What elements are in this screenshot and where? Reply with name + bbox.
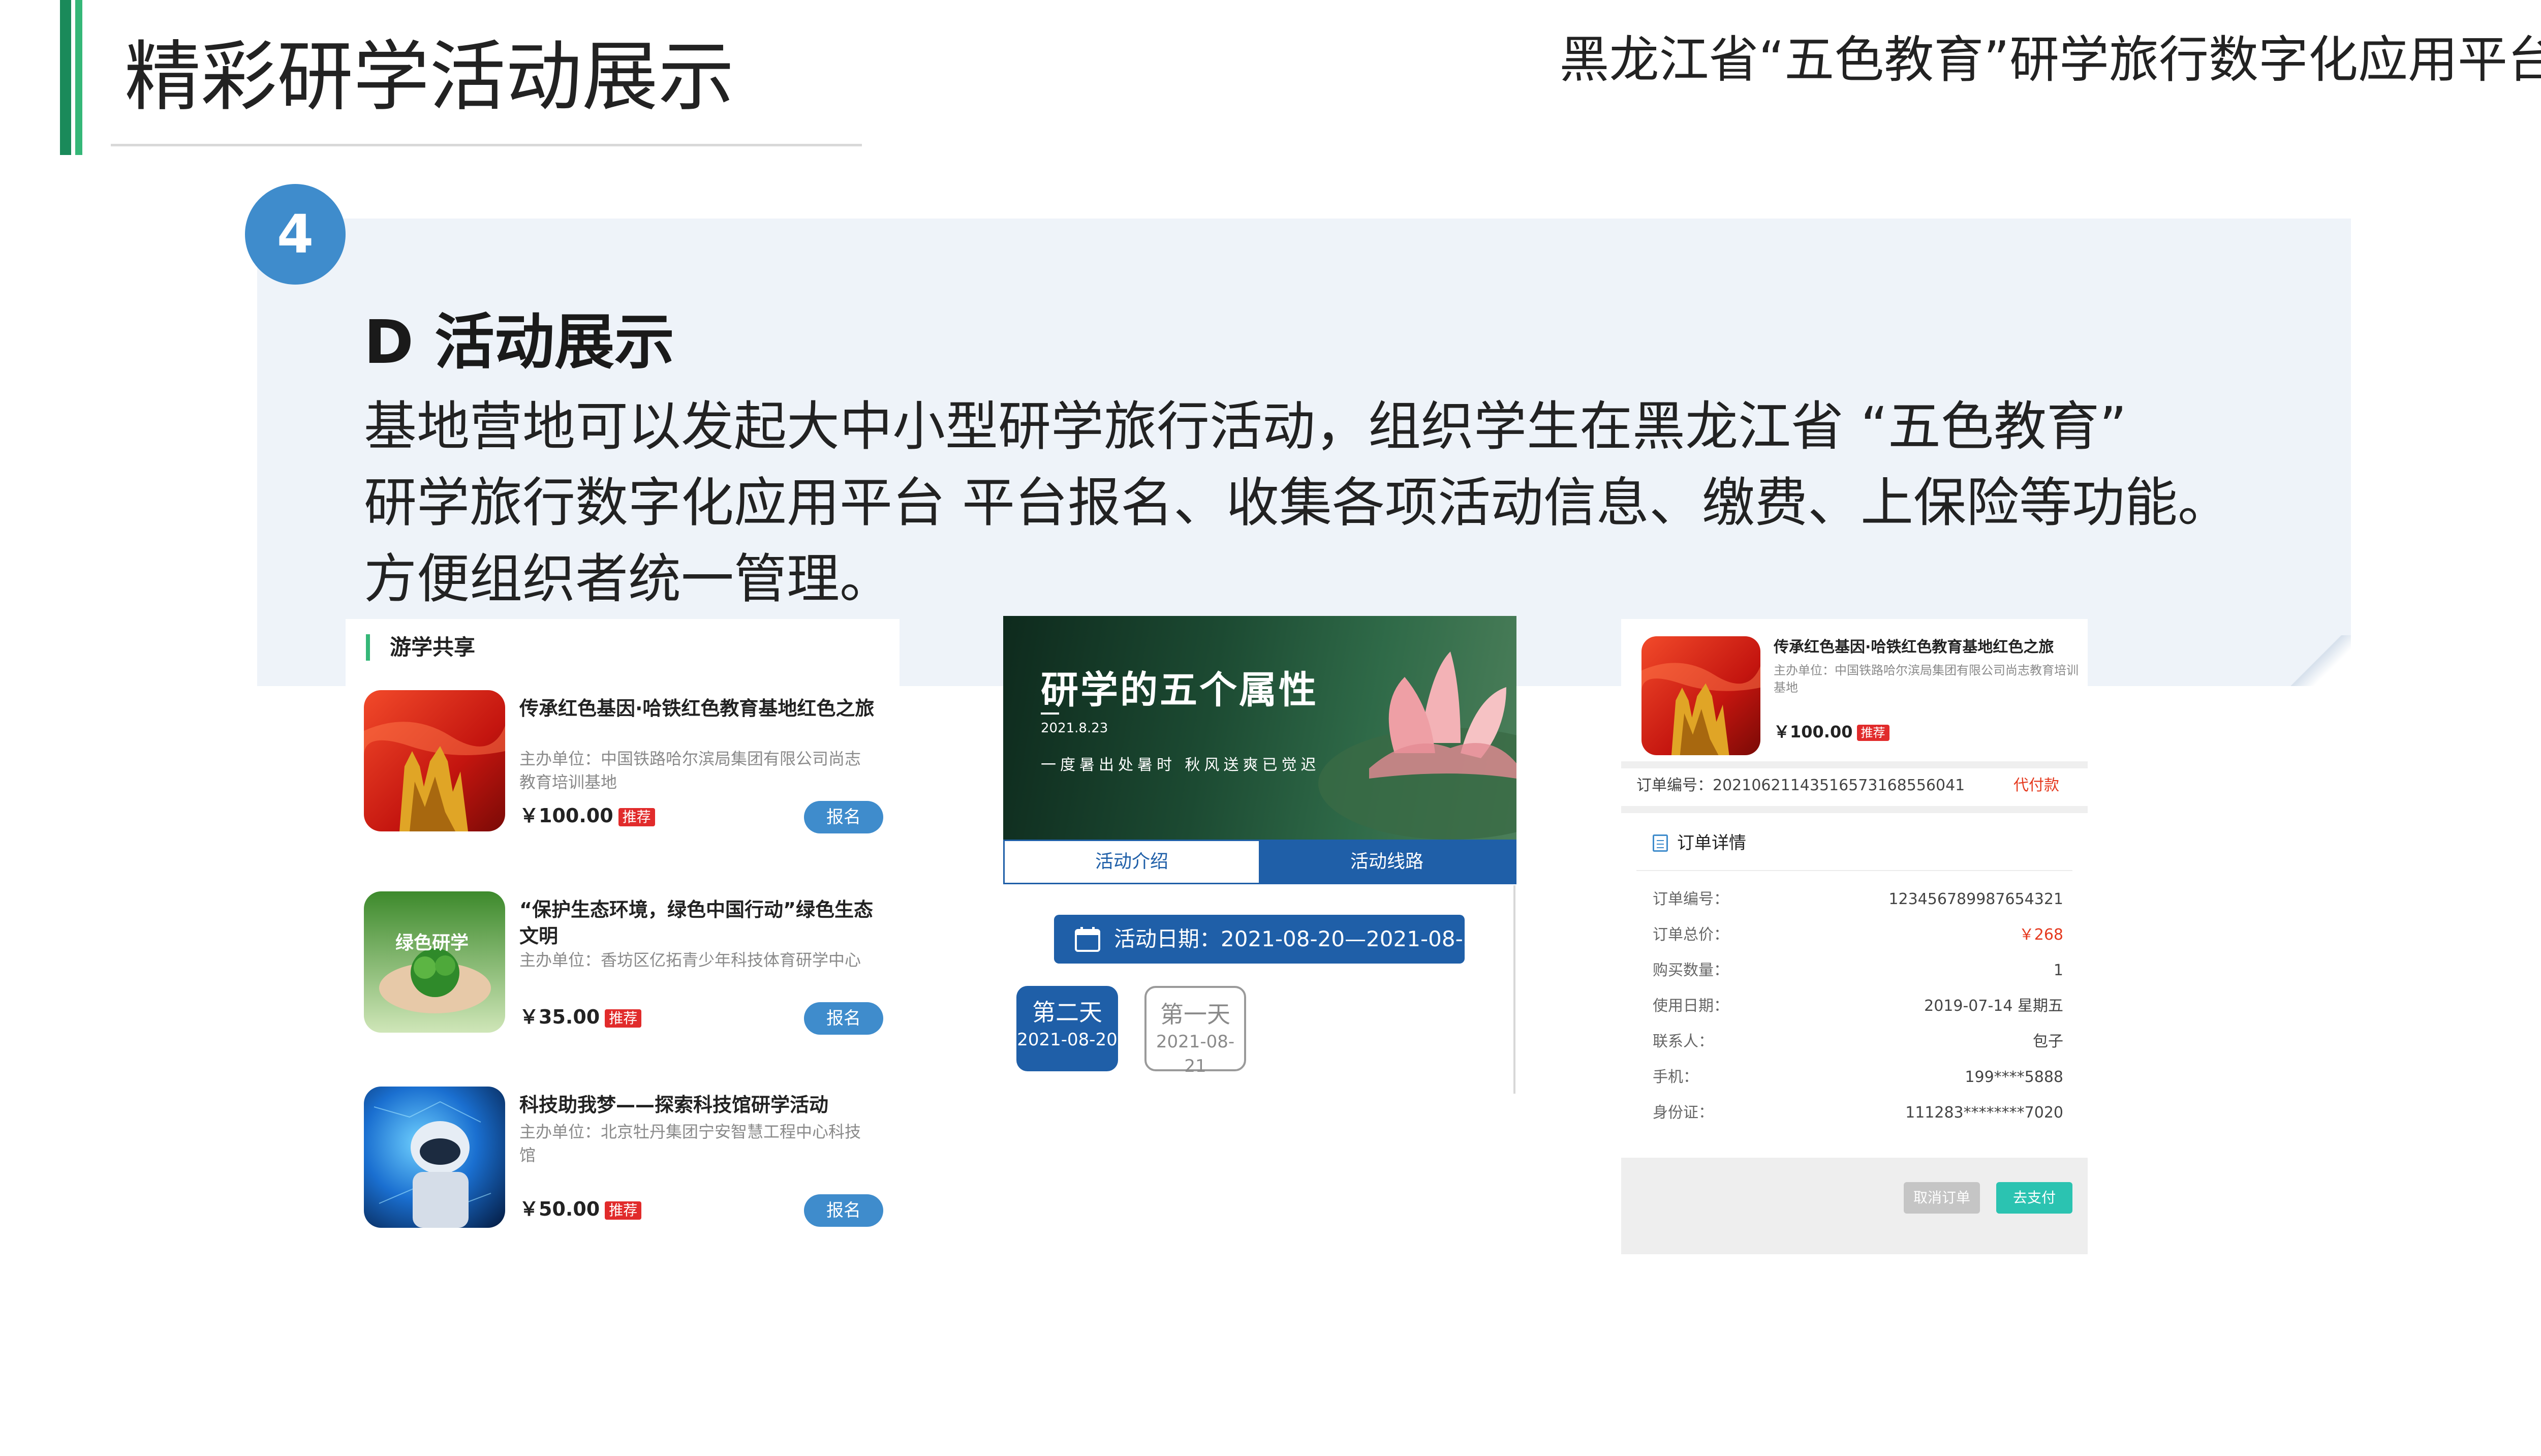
order-footer: 取消订单 去支付	[1621, 1158, 2088, 1254]
activity-tabs: 活动介绍 活动线路	[1003, 840, 1516, 884]
banner-subtitle: 一度暑出处暑时 秋风送爽已觉迟	[1041, 756, 1320, 774]
row-value: 123456789987654321	[1888, 890, 2063, 908]
activity-date-range: 活动日期：2021-08-20—2021-08-31	[1114, 926, 1491, 951]
detail-row: 购买数量： 1	[1653, 957, 2063, 984]
description-line: 研学旅行数字化应用平台 平台报名、收集各项活动信息、缴费、上保险等功能。	[364, 472, 2231, 534]
red-monument-icon	[1641, 636, 1760, 755]
calendar-icon	[1075, 927, 1100, 952]
row-value: 199****5888	[1965, 1068, 2063, 1086]
price-value: ￥100.00	[519, 804, 613, 827]
recommend-badge: 推荐	[605, 1201, 642, 1220]
order-status: 代付款	[2013, 777, 2059, 794]
document-icon	[1653, 834, 1668, 852]
green-plant-icon	[364, 891, 505, 1033]
price-value: ￥50.00	[519, 1198, 600, 1220]
activity-detail-panel: 研学的五个属性 2021.8.23 一度暑出处暑时 秋风送爽已觉迟 活动介绍 活…	[1003, 616, 1516, 1094]
accent-bar-light	[75, 0, 82, 155]
cancel-order-button[interactable]: 取消订单	[1904, 1182, 1980, 1214]
recommend-badge: 推荐	[605, 1009, 642, 1028]
banner-divider	[1041, 712, 1059, 715]
order-item-header: 传承红色基因·哈铁红色教育基地红色之旅 主办单位：中国铁路哈尔滨局集团有限公司尚…	[1621, 619, 2088, 761]
row-value: 1	[2053, 962, 2063, 979]
detail-row: 联系人： 包子	[1653, 1029, 2063, 1055]
accent-bar-dark	[60, 0, 71, 155]
day-date: 2021-08-21	[1156, 1032, 1235, 1076]
robot-icon	[364, 1087, 505, 1228]
price-value: ￥100.00	[1774, 722, 1853, 741]
day-date: 2021-08-20	[1017, 1030, 1118, 1050]
activity-date-bar: 活动日期：2021-08-20—2021-08-31	[1054, 915, 1490, 964]
tab-activity-intro[interactable]: 活动介绍	[1005, 841, 1259, 883]
list-item[interactable]: 科技助我梦——探索科技馆研学活动 主办单位：北京牡丹集团宁安智慧工程中心科技馆 …	[364, 1087, 892, 1229]
signup-button[interactable]: 报名	[804, 801, 883, 833]
item-price: ￥35.00 推荐	[519, 1004, 642, 1030]
order-item-price: ￥100.00 推荐	[1774, 721, 1889, 743]
detail-divider	[1636, 870, 2072, 871]
row-value: 包子	[2033, 1033, 2063, 1050]
step-badge: 4	[245, 184, 346, 285]
order-detail-title: 订单详情	[1677, 833, 1746, 853]
list-header: 游学共享	[390, 635, 476, 660]
day-label: 第一天	[1160, 1001, 1230, 1028]
platform-name: 黑龙江省“五色教育”研学旅行数字化应用平台	[1559, 31, 2541, 89]
list-item[interactable]: 传承红色基因·哈铁红色教育基地红色之旅 主办单位：中国铁路哈尔滨局集团有限公司尚…	[364, 690, 892, 833]
item-title: 科技助我梦——探索科技馆研学活动	[519, 1094, 829, 1116]
price-value: ￥35.00	[519, 1006, 600, 1028]
day-selector-selected[interactable]: 第二天 2021-08-20	[1016, 986, 1118, 1071]
item-title: “保护生态环境，绿色中国行动”绿色生态文明	[519, 899, 873, 947]
row-value: 2019-07-14 星期五	[1924, 997, 2063, 1015]
section-title: D 活动展示	[364, 307, 675, 377]
section-description: 基地营地可以发起大中小型研学旅行活动，组织学生在黑龙江省 “五色教育” 研学旅行…	[364, 388, 2244, 617]
header-accent-bar	[366, 634, 370, 661]
page-title: 精彩研学活动展示	[125, 33, 735, 121]
tab-activity-route[interactable]: 活动线路	[1259, 841, 1515, 883]
section-separator	[1621, 806, 2088, 813]
row-label: 购买数量：	[1653, 962, 1729, 979]
day-selector[interactable]: 第一天 2021-08-21	[1144, 986, 1246, 1076]
detail-row: 使用日期： 2019-07-14 星期五	[1653, 993, 2063, 1019]
description-line: 基地营地可以发起大中小型研学旅行活动，组织学生在黑龙江省 “五色教育”	[364, 395, 2127, 457]
row-label: 订单编号：	[1653, 890, 1729, 908]
description-line: 方便组织者统一管理。	[364, 548, 893, 610]
recommend-badge: 推荐	[618, 808, 655, 826]
banner-date: 2021.8.23	[1041, 721, 1108, 736]
row-label: 使用日期：	[1653, 997, 1729, 1015]
detail-row: 身份证： 111283********7020	[1653, 1100, 2063, 1126]
thumb-caption: 绿色研学	[395, 933, 469, 953]
title-divider	[111, 144, 862, 146]
red-monument-icon	[364, 690, 505, 831]
order-item-organizer: 主办单位：中国铁路哈尔滨局集团有限公司尚志教育培训基地	[1774, 663, 2079, 695]
section-separator	[1621, 761, 2088, 768]
order-item-title: 传承红色基因·哈铁红色教育基地红色之旅	[1774, 638, 2054, 656]
item-price: ￥50.00 推荐	[519, 1196, 642, 1222]
row-label: 联系人：	[1653, 1033, 1714, 1050]
item-organizer: 主办单位：香坊区亿拓青少年科技体育研学中心	[519, 950, 861, 970]
signup-button[interactable]: 报名	[804, 1002, 883, 1035]
row-label: 订单总价：	[1653, 926, 1729, 944]
item-price: ￥100.00 推荐	[519, 803, 655, 828]
day-label: 第二天	[1032, 999, 1102, 1026]
activity-list-panel: 游学共享 传承红色基因·哈铁红色教育基地红色之旅 主办单位：中国铁路哈尔滨局集团…	[346, 619, 900, 1244]
detail-row: 订单总价： ￥268	[1653, 922, 2063, 948]
row-value: 111283********7020	[1905, 1104, 2063, 1122]
list-item[interactable]: 绿色研学 “保护生态环境，绿色中国行动”绿色生态文明 主办单位：香坊区亿拓青少年…	[364, 891, 892, 1035]
panel-edge	[1513, 885, 1515, 1094]
recommend-badge: 推荐	[1856, 725, 1889, 741]
signup-button[interactable]: 报名	[804, 1194, 883, 1227]
card-page-fold	[2280, 635, 2351, 686]
pay-button[interactable]: 去支付	[1996, 1182, 2072, 1214]
order-panel: 传承红色基因·哈铁红色教育基地红色之旅 主办单位：中国铁路哈尔滨局集团有限公司尚…	[1621, 619, 2088, 1254]
detail-row: 订单编号： 123456789987654321	[1653, 886, 2063, 913]
item-organizer: 主办单位：中国铁路哈尔滨局集团有限公司尚志教育培训基地	[519, 749, 861, 792]
activity-banner: 研学的五个属性 2021.8.23 一度暑出处暑时 秋风送爽已觉迟	[1003, 616, 1516, 840]
row-value: ￥268	[2019, 926, 2063, 944]
detail-row: 手机： 199****5888	[1653, 1064, 2063, 1091]
row-label: 身份证：	[1653, 1104, 1714, 1122]
item-organizer: 主办单位：北京牡丹集团宁安智慧工程中心科技馆	[519, 1122, 861, 1165]
order-number-line: 订单编号：20210621143516573168556041	[1636, 777, 1965, 794]
item-title: 传承红色基因·哈铁红色教育基地红色之旅	[519, 697, 875, 720]
row-label: 手机：	[1653, 1068, 1698, 1086]
banner-title: 研学的五个属性	[1041, 668, 1318, 712]
